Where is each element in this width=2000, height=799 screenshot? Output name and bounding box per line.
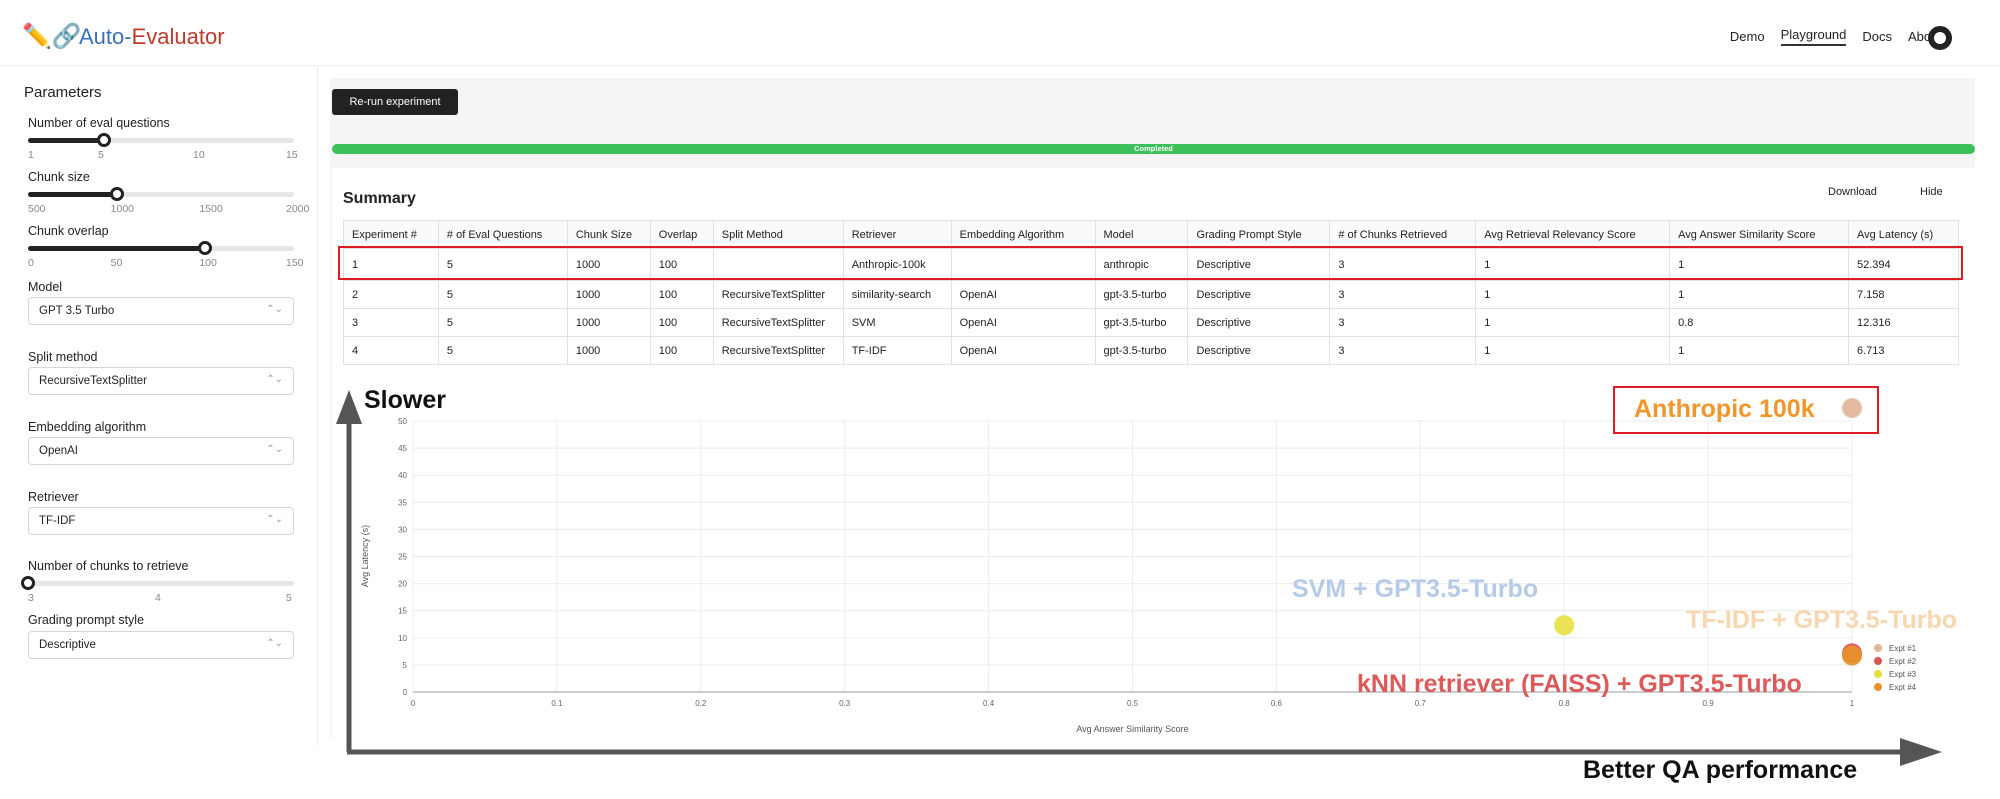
x-tick-label: 0.3 [839, 699, 851, 708]
knn-annotation: kNN retriever (FAISS) + GPT3.5-Turbo [1357, 670, 1802, 698]
x-tick-label: 0.7 [1415, 699, 1427, 708]
legend-marker [1874, 683, 1882, 691]
y-tick-label: 0 [403, 688, 408, 697]
y-tick-label: 15 [398, 607, 407, 616]
x-tick-label: 0.4 [983, 699, 995, 708]
legend-label: Expt #2 [1889, 657, 1917, 666]
x-tick-label: 0 [411, 699, 416, 708]
y-tick-label: 5 [403, 661, 408, 670]
y-tick-label: 45 [398, 444, 407, 453]
y-tick-label: 35 [398, 498, 407, 507]
x-tick-label: 0.6 [1271, 699, 1283, 708]
legend-marker [1874, 657, 1882, 665]
tfidf-annotation: TF-IDF + GPT3.5-Turbo [1686, 606, 1958, 634]
legend-label: Expt #3 [1889, 670, 1917, 679]
x-tick-label: 0.5 [1127, 699, 1139, 708]
y-tick-label: 30 [398, 525, 407, 534]
y-tick-label: 50 [398, 417, 407, 426]
legend-marker [1874, 644, 1882, 652]
y-tick-label: 40 [398, 471, 407, 480]
y-tick-label: 20 [398, 580, 407, 589]
legend-label: Expt #1 [1889, 644, 1917, 653]
y-axis-label: Avg Latency (s) [360, 525, 370, 587]
data-point [1554, 615, 1575, 636]
legend-marker [1874, 670, 1882, 678]
y-tick-label: 10 [398, 634, 407, 643]
data-point [1842, 645, 1862, 666]
x-axis-label: Avg Answer Similarity Score [1076, 724, 1188, 734]
y-tick-label: 25 [398, 553, 407, 562]
slower-arrow-head [336, 390, 362, 424]
legend-label: Expt #4 [1889, 683, 1917, 692]
x-tick-label: 0.9 [1703, 699, 1715, 708]
x-tick-label: 0.8 [1559, 699, 1571, 708]
anthropic-annotation: Anthropic 100k [1634, 395, 1815, 423]
slower-label: Slower [364, 386, 446, 414]
x-tick-label: 0.1 [551, 699, 563, 708]
svm-annotation: SVM + GPT3.5-Turbo [1292, 575, 1539, 603]
x-tick-label: 0.2 [695, 699, 707, 708]
better-arrow-head [1900, 738, 1942, 766]
better-qa-label: Better QA performance [1583, 756, 1858, 784]
data-point [1842, 398, 1862, 419]
x-tick-label: 1 [1850, 699, 1855, 708]
